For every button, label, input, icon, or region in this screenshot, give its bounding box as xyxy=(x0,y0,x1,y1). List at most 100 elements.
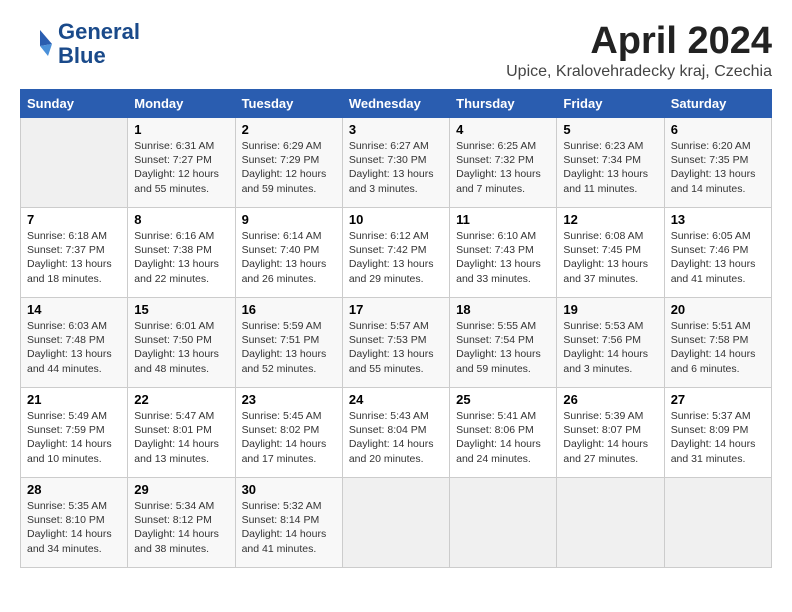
day-number: 29 xyxy=(134,482,228,497)
cell-content: Sunrise: 6:12 AMSunset: 7:42 PMDaylight:… xyxy=(349,229,443,286)
day-number: 11 xyxy=(456,212,550,227)
day-number: 9 xyxy=(242,212,336,227)
cell-content: Sunrise: 5:39 AMSunset: 8:07 PMDaylight:… xyxy=(563,409,657,466)
cell-content: Sunrise: 5:51 AMSunset: 7:58 PMDaylight:… xyxy=(671,319,765,376)
calendar-cell: 23 Sunrise: 5:45 AMSunset: 8:02 PMDayligh… xyxy=(235,388,342,478)
day-header-friday: Friday xyxy=(557,90,664,118)
calendar-cell: 26 Sunrise: 5:39 AMSunset: 8:07 PMDayligh… xyxy=(557,388,664,478)
cell-content: Sunrise: 5:37 AMSunset: 8:09 PMDaylight:… xyxy=(671,409,765,466)
cell-content: Sunrise: 6:03 AMSunset: 7:48 PMDaylight:… xyxy=(27,319,121,376)
cell-content: Sunrise: 6:27 AMSunset: 7:30 PMDaylight:… xyxy=(349,139,443,196)
day-number: 13 xyxy=(671,212,765,227)
calendar-cell: 28 Sunrise: 5:35 AMSunset: 8:10 PMDayligh… xyxy=(21,478,128,568)
calendar-week-row: 21 Sunrise: 5:49 AMSunset: 7:59 PMDayligh… xyxy=(21,388,772,478)
day-number: 7 xyxy=(27,212,121,227)
calendar-cell: 22Sunrise: 5:47 AMSunset: 8:01 PMDayligh… xyxy=(128,388,235,478)
cell-content: Sunrise: 5:41 AMSunset: 8:06 PMDaylight:… xyxy=(456,409,550,466)
cell-content: Sunrise: 5:45 AMSunset: 8:02 PMDaylight:… xyxy=(242,409,336,466)
calendar-cell: 13 Sunrise: 6:05 AMSunset: 7:46 PMDayligh… xyxy=(664,208,771,298)
calendar-week-row: 28 Sunrise: 5:35 AMSunset: 8:10 PMDayligh… xyxy=(21,478,772,568)
calendar-cell: 27 Sunrise: 5:37 AMSunset: 8:09 PMDayligh… xyxy=(664,388,771,478)
cell-content: Sunrise: 5:53 AMSunset: 7:56 PMDaylight:… xyxy=(563,319,657,376)
day-number: 8 xyxy=(134,212,228,227)
calendar-cell: 7 Sunrise: 6:18 AMSunset: 7:37 PMDaylight… xyxy=(21,208,128,298)
calendar-cell: 29 Sunrise: 5:34 AMSunset: 8:12 PMDayligh… xyxy=(128,478,235,568)
cell-content: Sunrise: 6:20 AMSunset: 7:35 PMDaylight:… xyxy=(671,139,765,196)
calendar-cell: 25Sunrise: 5:41 AMSunset: 8:06 PMDayligh… xyxy=(450,388,557,478)
cell-content: Sunrise: 6:01 AMSunset: 7:50 PMDaylight:… xyxy=(134,319,228,376)
cell-content: Sunrise: 6:10 AMSunset: 7:43 PMDaylight:… xyxy=(456,229,550,286)
calendar-cell: 17Sunrise: 5:57 AMSunset: 7:53 PMDayligh… xyxy=(342,298,449,388)
calendar-table: SundayMondayTuesdayWednesdayThursdayFrid… xyxy=(20,89,772,568)
calendar-cell: 20Sunrise: 5:51 AMSunset: 7:58 PMDayligh… xyxy=(664,298,771,388)
day-header-thursday: Thursday xyxy=(450,90,557,118)
day-number: 21 xyxy=(27,392,121,407)
cell-content: Sunrise: 5:57 AMSunset: 7:53 PMDaylight:… xyxy=(349,319,443,376)
day-number: 24 xyxy=(349,392,443,407)
calendar-cell: 2 Sunrise: 6:29 AMSunset: 7:29 PMDaylight… xyxy=(235,118,342,208)
cell-content: Sunrise: 6:23 AMSunset: 7:34 PMDaylight:… xyxy=(563,139,657,196)
day-number: 30 xyxy=(242,482,336,497)
day-number: 15 xyxy=(134,302,228,317)
calendar-cell: 21 Sunrise: 5:49 AMSunset: 7:59 PMDayligh… xyxy=(21,388,128,478)
cell-content: Sunrise: 5:55 AMSunset: 7:54 PMDaylight:… xyxy=(456,319,550,376)
cell-content: Sunrise: 5:49 AMSunset: 7:59 PMDaylight:… xyxy=(27,409,121,466)
day-number: 16 xyxy=(242,302,336,317)
location: Upice, Kralovehradecky kraj, Czechia xyxy=(506,63,772,81)
day-header-sunday: Sunday xyxy=(21,90,128,118)
calendar-cell: 10 Sunrise: 6:12 AMSunset: 7:42 PMDayligh… xyxy=(342,208,449,298)
day-number: 2 xyxy=(242,122,336,137)
calendar-cell: 3 Sunrise: 6:27 AMSunset: 7:30 PMDaylight… xyxy=(342,118,449,208)
day-number: 19 xyxy=(563,302,657,317)
calendar-week-row: 7 Sunrise: 6:18 AMSunset: 7:37 PMDaylight… xyxy=(21,208,772,298)
logo: General Blue xyxy=(20,20,140,68)
cell-content: Sunrise: 6:08 AMSunset: 7:45 PMDaylight:… xyxy=(563,229,657,286)
calendar-cell: 15 Sunrise: 6:01 AMSunset: 7:50 PMDayligh… xyxy=(128,298,235,388)
day-number: 27 xyxy=(671,392,765,407)
cell-content: Sunrise: 6:25 AMSunset: 7:32 PMDaylight:… xyxy=(456,139,550,196)
day-number: 5 xyxy=(563,122,657,137)
calendar-cell: 24 Sunrise: 5:43 AMSunset: 8:04 PMDayligh… xyxy=(342,388,449,478)
calendar-cell xyxy=(557,478,664,568)
day-header-wednesday: Wednesday xyxy=(342,90,449,118)
cell-content: Sunrise: 5:43 AMSunset: 8:04 PMDaylight:… xyxy=(349,409,443,466)
day-number: 3 xyxy=(349,122,443,137)
cell-content: Sunrise: 6:18 AMSunset: 7:37 PMDaylight:… xyxy=(27,229,121,286)
day-header-saturday: Saturday xyxy=(664,90,771,118)
logo-icon xyxy=(20,26,56,62)
calendar-cell: 16 Sunrise: 5:59 AMSunset: 7:51 PMDayligh… xyxy=(235,298,342,388)
cell-content: Sunrise: 5:34 AMSunset: 8:12 PMDaylight:… xyxy=(134,499,228,556)
cell-content: Sunrise: 6:14 AMSunset: 7:40 PMDaylight:… xyxy=(242,229,336,286)
logo-text: General Blue xyxy=(58,20,140,68)
calendar-cell: 9 Sunrise: 6:14 AMSunset: 7:40 PMDaylight… xyxy=(235,208,342,298)
calendar-cell: 12 Sunrise: 6:08 AMSunset: 7:45 PMDayligh… xyxy=(557,208,664,298)
day-number: 12 xyxy=(563,212,657,227)
day-header-monday: Monday xyxy=(128,90,235,118)
calendar-cell: 1Sunrise: 6:31 AMSunset: 7:27 PMDaylight… xyxy=(128,118,235,208)
calendar-cell: 6Sunrise: 6:20 AMSunset: 7:35 PMDaylight… xyxy=(664,118,771,208)
cell-content: Sunrise: 6:05 AMSunset: 7:46 PMDaylight:… xyxy=(671,229,765,286)
day-number: 18 xyxy=(456,302,550,317)
cell-content: Sunrise: 5:47 AMSunset: 8:01 PMDaylight:… xyxy=(134,409,228,466)
day-number: 23 xyxy=(242,392,336,407)
cell-content: Sunrise: 5:59 AMSunset: 7:51 PMDaylight:… xyxy=(242,319,336,376)
calendar-cell: 5 Sunrise: 6:23 AMSunset: 7:34 PMDaylight… xyxy=(557,118,664,208)
cell-content: Sunrise: 6:29 AMSunset: 7:29 PMDaylight:… xyxy=(242,139,336,196)
calendar-cell xyxy=(342,478,449,568)
day-number: 26 xyxy=(563,392,657,407)
calendar-cell: 14 Sunrise: 6:03 AMSunset: 7:48 PMDayligh… xyxy=(21,298,128,388)
cell-content: Sunrise: 5:35 AMSunset: 8:10 PMDaylight:… xyxy=(27,499,121,556)
cell-content: Sunrise: 5:32 AMSunset: 8:14 PMDaylight:… xyxy=(242,499,336,556)
day-number: 28 xyxy=(27,482,121,497)
calendar-cell xyxy=(21,118,128,208)
cell-content: Sunrise: 6:16 AMSunset: 7:38 PMDaylight:… xyxy=(134,229,228,286)
day-header-tuesday: Tuesday xyxy=(235,90,342,118)
calendar-cell: 4 Sunrise: 6:25 AMSunset: 7:32 PMDaylight… xyxy=(450,118,557,208)
day-number: 4 xyxy=(456,122,550,137)
day-number: 10 xyxy=(349,212,443,227)
calendar-cell: 18 Sunrise: 5:55 AMSunset: 7:54 PMDayligh… xyxy=(450,298,557,388)
calendar-week-row: 14 Sunrise: 6:03 AMSunset: 7:48 PMDayligh… xyxy=(21,298,772,388)
calendar-header-row: SundayMondayTuesdayWednesdayThursdayFrid… xyxy=(21,90,772,118)
day-number: 14 xyxy=(27,302,121,317)
calendar-cell xyxy=(450,478,557,568)
